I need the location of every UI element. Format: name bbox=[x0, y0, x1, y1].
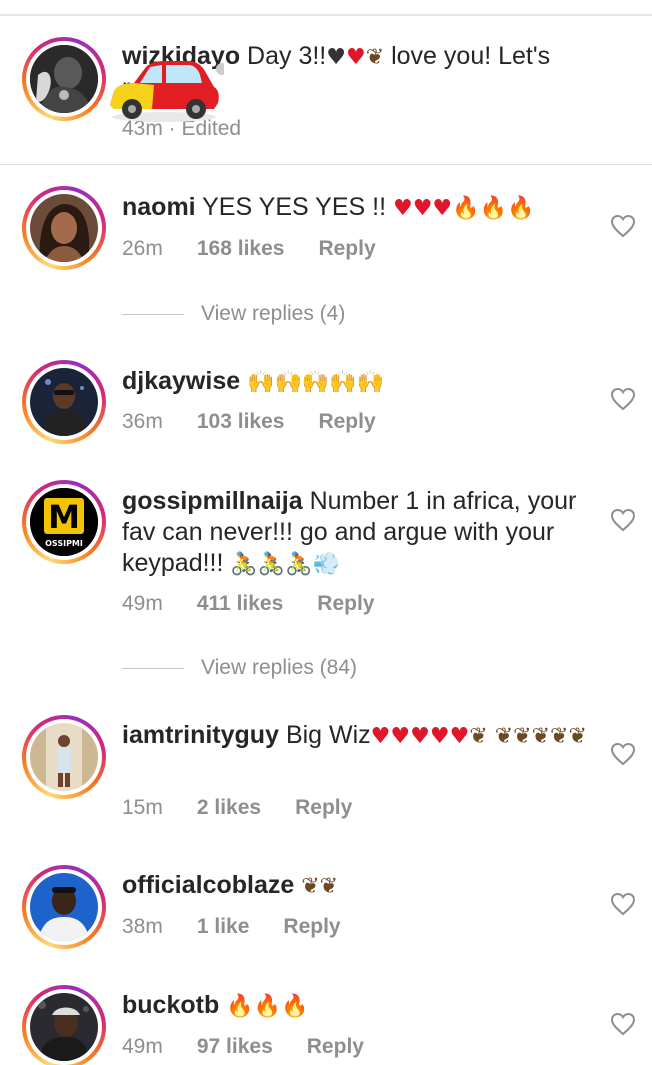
buckotb-photo bbox=[30, 993, 98, 1061]
likes-count[interactable]: 1 like bbox=[197, 915, 250, 938]
top-divider bbox=[0, 14, 652, 16]
heart-outline-icon[interactable] bbox=[610, 742, 636, 766]
eagle-icon: ❦ bbox=[365, 45, 385, 70]
reply-button[interactable]: Reply bbox=[283, 915, 340, 938]
likes-count[interactable]: 2 likes bbox=[197, 796, 261, 819]
reply-button[interactable]: Reply bbox=[318, 237, 375, 260]
heart-outline-icon[interactable] bbox=[610, 508, 636, 532]
comment-text: djkaywise 🙌🙌🙌🙌🙌 bbox=[122, 366, 592, 398]
view-replies-label: View replies (4) bbox=[201, 302, 346, 325]
red-heart-icon: ♥ bbox=[345, 45, 366, 70]
comment-body: Big Wiz bbox=[285, 721, 371, 749]
comment-text: gossipmillnaija Number 1 in africa, your… bbox=[122, 486, 592, 580]
avatar-djkaywise[interactable] bbox=[22, 360, 106, 444]
fire-icon: 🔥🔥🔥 bbox=[226, 994, 309, 1019]
reply-button[interactable]: Reply bbox=[295, 796, 352, 819]
comment-meta: 15m 2 likes Reply bbox=[122, 796, 352, 820]
view-replies-label: View replies (84) bbox=[201, 656, 358, 679]
comment-time: 15m bbox=[122, 796, 163, 819]
replies-line bbox=[122, 667, 184, 669]
likes-count[interactable]: 103 likes bbox=[197, 410, 285, 433]
avatar-buckotb[interactable] bbox=[22, 985, 106, 1065]
naomi-photo bbox=[30, 194, 98, 262]
svg-text:OSSIPMI: OSSIPMI bbox=[45, 539, 83, 548]
iamtrinityguy-photo bbox=[30, 723, 98, 791]
black-heart-icon: ♥ bbox=[326, 45, 346, 70]
comment-text: iamtrinityguy Big Wiz♥♥♥♥♥❦ ❦❦❦❦❦ bbox=[122, 720, 592, 752]
comment-meta: 38m 1 like Reply bbox=[122, 915, 341, 939]
avatar-gossipmillnaija[interactable]: M OSSIPMI bbox=[22, 480, 106, 564]
svg-text:M: M bbox=[48, 498, 80, 536]
comment-text: buckotb 🔥🔥🔥 bbox=[122, 990, 592, 1022]
comment-meta: 49m 411 likes Reply bbox=[122, 592, 374, 616]
caption-text-1: Day 3!! bbox=[247, 42, 327, 70]
cyclist-icon: 🚴🚴🚴 bbox=[230, 552, 313, 577]
fire-icon: 🔥🔥🔥 bbox=[452, 196, 535, 221]
reply-button[interactable]: Reply bbox=[317, 592, 374, 615]
comment-username[interactable]: buckotb bbox=[122, 991, 219, 1019]
reply-button[interactable]: Reply bbox=[318, 410, 375, 433]
comment-meta: 49m 97 likes Reply bbox=[122, 1035, 364, 1059]
comment-username[interactable]: officialcoblaze bbox=[122, 871, 294, 899]
dash-icon: 💨 bbox=[312, 552, 340, 577]
likes-count[interactable]: 411 likes bbox=[197, 592, 283, 615]
likes-count[interactable]: 168 likes bbox=[197, 237, 285, 260]
comment-username[interactable]: djkaywise bbox=[122, 367, 240, 395]
avatar-iamtrinityguy[interactable] bbox=[22, 715, 106, 799]
eagle-icon: ❦❦ bbox=[301, 874, 339, 899]
comment-text: officialcoblaze ❦❦ bbox=[122, 870, 592, 902]
comment-time: 49m bbox=[122, 592, 163, 615]
comment-body: YES YES YES !! bbox=[202, 193, 387, 221]
comment-meta: 36m 103 likes Reply bbox=[122, 410, 376, 434]
heart-outline-icon[interactable] bbox=[610, 1012, 636, 1036]
heart-outline-icon[interactable] bbox=[610, 892, 636, 916]
view-replies-button[interactable]: View replies (84) bbox=[122, 653, 357, 683]
comment-time: 49m bbox=[122, 1035, 163, 1058]
comment-meta: 26m 168 likes Reply bbox=[122, 237, 376, 261]
avatar-naomi[interactable] bbox=[22, 186, 106, 270]
reply-button[interactable]: Reply bbox=[307, 1035, 364, 1058]
replies-line bbox=[122, 313, 184, 315]
comment-username[interactable]: naomi bbox=[122, 193, 196, 221]
likes-count[interactable]: 97 likes bbox=[197, 1035, 273, 1058]
view-replies-button[interactable]: View replies (4) bbox=[122, 299, 345, 329]
comment-time: 36m bbox=[122, 410, 163, 433]
car-sticker bbox=[110, 61, 224, 122]
comment-text: naomi YES YES YES !! ♥♥♥🔥🔥🔥 bbox=[122, 192, 592, 224]
avatar-officialcoblaze[interactable] bbox=[22, 865, 106, 949]
red-heart-icon: ♥♥♥♥♥ bbox=[370, 724, 470, 749]
comment-time: 38m bbox=[122, 915, 163, 938]
caption-divider bbox=[0, 164, 652, 165]
gossipmill-logo-icon: M OSSIPMI bbox=[30, 488, 98, 556]
raising-hands-icon: 🙌🙌🙌🙌🙌 bbox=[247, 370, 385, 395]
comment-username[interactable]: gossipmillnaija bbox=[122, 487, 303, 515]
officialcoblaze-photo bbox=[30, 873, 98, 941]
comment-username[interactable]: iamtrinityguy bbox=[122, 721, 279, 749]
eagle-icon: ❦ ❦❦❦❦❦ bbox=[469, 724, 587, 749]
heart-outline-icon[interactable] bbox=[610, 214, 636, 238]
avatar-wizkidayo[interactable] bbox=[22, 37, 106, 121]
heart-outline-icon[interactable] bbox=[610, 387, 636, 411]
red-heart-icon: ♥♥♥ bbox=[392, 196, 453, 221]
djkaywise-photo bbox=[30, 368, 98, 436]
wizkidayo-photo bbox=[30, 45, 98, 113]
comment-time: 26m bbox=[122, 237, 163, 260]
